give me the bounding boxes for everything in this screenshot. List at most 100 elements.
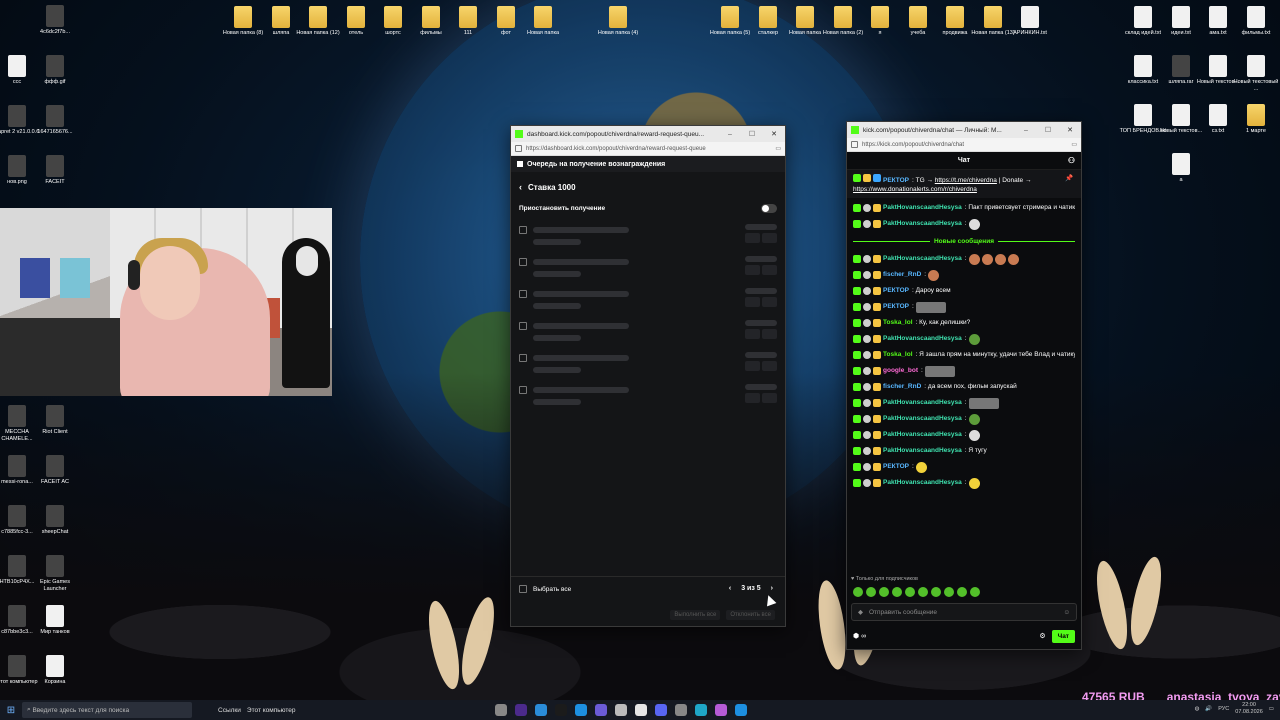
chat-username[interactable]: fischer_RnD — [883, 379, 921, 395]
this-pc-label[interactable]: Этот компьютер — [247, 707, 296, 714]
emoji-icon[interactable]: ☺ — [1063, 609, 1070, 616]
minimize-button[interactable]: – — [719, 131, 741, 138]
notification-icon[interactable]: ▭ — [1269, 706, 1274, 712]
chrome-icon[interactable] — [675, 704, 687, 716]
points-indicator[interactable]: ⬢ ∞ — [853, 632, 1039, 640]
request-checkbox[interactable] — [519, 354, 527, 362]
chat-username[interactable]: fischer_RnD — [883, 267, 921, 283]
donation-link[interactable]: https://www.donationalerts.com/r/chiverd… — [853, 186, 977, 193]
pause-toggle[interactable] — [761, 204, 777, 213]
next-page-icon[interactable]: › — [771, 585, 773, 592]
chat-username[interactable]: PaktHovanscaandHesysa — [883, 475, 962, 491]
chat-username[interactable]: PaktHovanscaandHesysa — [883, 331, 962, 347]
desktop-icon[interactable]: Riot Client — [30, 405, 80, 436]
vpn-icon[interactable] — [595, 704, 607, 716]
links-label[interactable]: Ссылки — [218, 707, 241, 714]
emote-icon[interactable] — [892, 587, 902, 597]
chat-username[interactable]: PaktHovanscaandHesysa — [883, 443, 962, 459]
send-chat-button[interactable]: Чат — [1051, 629, 1075, 643]
reader-icon[interactable]: ▭ — [1071, 141, 1077, 148]
discord-icon[interactable] — [655, 704, 667, 716]
premiere-icon[interactable] — [515, 704, 527, 716]
desktop-icon[interactable]: АРИНКИН.txt — [1005, 6, 1055, 37]
reject-all-button[interactable]: Отклонить все — [726, 610, 775, 620]
desktop-icon[interactable]: фильмы.txt — [1231, 6, 1280, 37]
taskbar-search[interactable]: ⌕ Введите здесь текст для поиска — [22, 702, 192, 718]
chat-input-box[interactable]: ◆ Отправить сообщение ☺ — [851, 603, 1077, 621]
desktop-icon[interactable]: FACEIT — [30, 155, 80, 186]
emote-icon[interactable] — [905, 587, 915, 597]
edge-icon[interactable] — [695, 704, 707, 716]
taskbar-search-input[interactable]: Введите здесь текст для поиска — [32, 707, 129, 714]
pinned-username[interactable]: РЕКТОР — [883, 177, 909, 184]
settings-icon[interactable] — [615, 704, 627, 716]
network-icon[interactable]: ◍ — [1195, 706, 1200, 712]
reader-icon[interactable]: ▭ — [775, 145, 781, 152]
desktop-icon[interactable]: Новый текстовый ... — [1231, 55, 1280, 92]
request-checkbox[interactable] — [519, 322, 527, 330]
emote-icon[interactable] — [944, 587, 954, 597]
chat-username[interactable]: PaktHovanscaandHesysa — [883, 427, 962, 443]
browser-icon[interactable] — [575, 704, 587, 716]
telegram-link[interactable]: https://t.me/chiverdna — [935, 177, 997, 184]
steam-icon[interactable] — [535, 704, 547, 716]
accept-all-button[interactable]: Выполнить все — [670, 610, 721, 620]
prev-page-icon[interactable]: ‹ — [729, 585, 731, 592]
chat-username[interactable]: РЕКТОР — [883, 299, 909, 315]
chat-url[interactable]: https://kick.com/popout/chiverdna/chat — [862, 142, 1071, 148]
clock[interactable]: 22:00 07.08.2026 — [1235, 702, 1263, 716]
emote-icon[interactable] — [866, 587, 876, 597]
select-all-checkbox[interactable] — [519, 585, 527, 593]
chat-username[interactable]: PaktHovanscaandHesysa — [883, 200, 962, 216]
emote-icon[interactable] — [879, 587, 889, 597]
windows-start-icon[interactable]: ⊞ — [0, 705, 22, 716]
desktop-icon[interactable]: Новая папка (4) — [593, 6, 643, 37]
close-button[interactable]: ✕ — [1059, 126, 1081, 134]
chat-username[interactable]: PaktHovanscaandHesysa — [883, 251, 962, 267]
browser-icon[interactable] — [735, 704, 747, 716]
close-button[interactable]: ✕ — [763, 130, 785, 138]
desktop-icon[interactable]: Мир танков — [30, 605, 80, 636]
desktop-icon[interactable]: sheepChat — [30, 505, 80, 536]
chat-username[interactable]: google_bot — [883, 363, 918, 379]
chat-input[interactable]: Отправить сообщение — [869, 609, 1063, 616]
desktop-icon[interactable]: а — [1156, 153, 1206, 184]
chat-username[interactable]: РЕКТОР — [883, 283, 909, 299]
request-checkbox[interactable] — [519, 226, 527, 234]
emote-icon[interactable] — [853, 587, 863, 597]
desktop-icon[interactable]: ффф.gif — [30, 55, 80, 86]
request-checkbox[interactable] — [519, 290, 527, 298]
file-explorer-icon[interactable] — [495, 704, 507, 716]
maximize-button[interactable]: ☐ — [741, 130, 763, 138]
desktop-icon[interactable]: Корзина — [30, 655, 80, 686]
app-icon[interactable] — [715, 704, 727, 716]
request-checkbox[interactable] — [519, 386, 527, 394]
chat-username[interactable]: PaktHovanscaandHesysa — [883, 411, 962, 427]
reward-url[interactable]: https://dashboard.kick.com/popout/chiver… — [526, 146, 775, 152]
desktop-icon[interactable]: FACEIT AC — [30, 455, 80, 486]
gear-icon[interactable]: ⚙ — [1039, 632, 1045, 640]
emote-icon[interactable] — [931, 587, 941, 597]
emote-icon[interactable] — [970, 587, 980, 597]
back-chevron-icon[interactable]: ‹ — [519, 182, 522, 192]
desktop-icon[interactable]: 1 марте — [1231, 104, 1280, 135]
chat-username[interactable]: Toska_lol — [883, 347, 913, 363]
emote-icon[interactable] — [918, 587, 928, 597]
desktop-icon[interactable]: Epic Games Launcher — [30, 555, 80, 592]
emote-icon[interactable] — [957, 587, 967, 597]
chat-username[interactable]: PaktHovanscaandHesysa — [883, 216, 962, 232]
users-icon[interactable]: ⚇ — [1068, 156, 1075, 165]
app-icon[interactable] — [635, 704, 647, 716]
volume-icon[interactable]: 🔊 — [1205, 706, 1212, 712]
desktop-icon[interactable]: Новая папка — [518, 6, 568, 37]
pin-icon[interactable]: 📌 — [1063, 174, 1075, 194]
language-indicator[interactable]: РУС — [1218, 706, 1229, 712]
minimize-button[interactable]: – — [1015, 127, 1037, 134]
app-icon[interactable] — [555, 704, 567, 716]
desktop-icon[interactable]: 4c6dc2f7b... — [30, 5, 80, 36]
maximize-button[interactable]: ☐ — [1037, 126, 1059, 134]
desktop-icon[interactable]: 1647165676... — [30, 105, 80, 136]
chat-username[interactable]: Toska_lol — [883, 315, 913, 331]
chat-username[interactable]: PaktHovanscaandHesysa — [883, 395, 962, 411]
chat-username[interactable]: РЕКТОР — [883, 459, 909, 475]
